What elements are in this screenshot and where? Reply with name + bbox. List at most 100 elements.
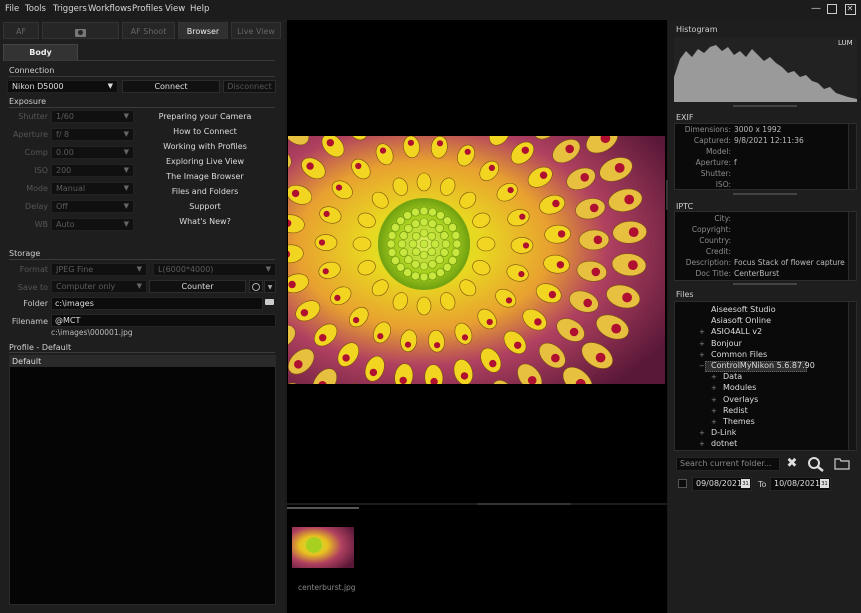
tree-item[interactable]: Overlays — [723, 395, 758, 404]
panel-splitter[interactable] — [733, 283, 797, 285]
tree-item[interactable]: Aiseesoft Studio — [711, 305, 776, 314]
link-files-and-folders[interactable]: Files and Folders — [150, 187, 260, 196]
search-folder-input[interactable]: Search current folder... — [676, 457, 780, 471]
link-whats-new[interactable]: What's New? — [150, 217, 260, 226]
tree-expander-icon[interactable]: + — [699, 429, 705, 437]
date-filter-checkbox[interactable] — [678, 479, 687, 488]
link-image-browser[interactable]: The Image Browser — [150, 172, 260, 181]
exif-scrollbar[interactable] — [848, 124, 856, 189]
counter-menu-button[interactable]: ▼ — [264, 280, 276, 293]
tab-body[interactable]: Body — [3, 44, 78, 60]
folder-field[interactable]: c:\images — [51, 297, 263, 310]
wb-select[interactable]: Auto ▼ — [51, 218, 134, 231]
tree-item[interactable]: Bonjour — [711, 339, 742, 348]
gear-icon — [252, 283, 260, 291]
tree-expander-icon[interactable]: + — [699, 340, 705, 348]
link-exploring-live-view[interactable]: Exploring Live View — [150, 157, 260, 166]
divider — [9, 352, 275, 353]
camera-select[interactable]: Nikon D5000 ▼ — [7, 80, 118, 93]
wb-value: Auto — [56, 220, 75, 229]
maximize-icon[interactable] — [826, 3, 838, 15]
settings-gear-button[interactable] — [249, 280, 263, 293]
tree-expander-icon[interactable]: + — [699, 328, 705, 336]
format-select[interactable]: JPEG Fine ▼ — [51, 263, 147, 276]
tab-live-view[interactable]: Live View — [231, 22, 281, 39]
open-folder-icon[interactable] — [834, 457, 850, 470]
minimize-icon[interactable]: — — [810, 3, 822, 15]
link-how-to-connect[interactable]: How to Connect — [150, 127, 260, 136]
comp-select[interactable]: 0.00 ▼ — [51, 146, 134, 159]
mode-select[interactable]: Manual ▼ — [51, 182, 134, 195]
tab-camera[interactable] — [42, 22, 119, 39]
chevron-down-icon: ▼ — [123, 148, 129, 156]
chevron-down-icon: ▼ — [265, 265, 271, 273]
tab-af[interactable]: AF — [3, 22, 39, 39]
menu-file[interactable]: File — [5, 4, 19, 14]
folder-icon[interactable] — [265, 299, 274, 305]
tree-item[interactable]: ASIO4ALL v2 — [711, 327, 762, 336]
tree-item[interactable]: Redist — [723, 406, 748, 415]
filename-label: Filename — [11, 317, 48, 326]
tree-item[interactable]: Data — [723, 372, 742, 381]
thumbnail-image[interactable] — [292, 527, 354, 568]
iso-select[interactable]: 200 ▼ — [51, 164, 134, 177]
divider — [9, 76, 275, 77]
iptc-scrollbar[interactable] — [848, 212, 856, 280]
tree-expander-icon[interactable]: + — [711, 407, 717, 415]
tree-expander-icon[interactable]: + — [699, 351, 705, 359]
iso-label: ISO — [34, 166, 48, 175]
wb-label: WB — [34, 220, 48, 229]
tree-expander-icon[interactable]: − — [699, 362, 705, 370]
tree-item[interactable]: Modules — [723, 383, 756, 392]
menu-bar: File Tools Triggers Workflows Profiles V… — [0, 0, 861, 21]
menu-workflows[interactable]: Workflows — [88, 4, 131, 14]
tree-item[interactable]: dotnet — [711, 439, 737, 448]
close-icon[interactable]: ✕ — [844, 3, 856, 15]
files-scrollbar[interactable] — [848, 302, 856, 450]
menu-profiles[interactable]: Profiles — [132, 4, 163, 14]
exif-captured: Captured: 9/8/2021 12:11:36 — [693, 136, 804, 145]
histogram-mode[interactable]: LUM — [838, 39, 853, 47]
tree-expander-icon[interactable]: + — [711, 396, 717, 404]
clear-search-icon[interactable]: ✖ — [783, 456, 801, 472]
tab-af-shoot[interactable]: AF Shoot — [122, 22, 175, 39]
delay-label: Delay — [25, 202, 48, 211]
tree-item[interactable]: Asiasoft Online — [711, 316, 771, 325]
link-working-with-profiles[interactable]: Working with Profiles — [150, 142, 260, 151]
delay-select[interactable]: Off ▼ — [51, 200, 134, 213]
panel-splitter[interactable] — [733, 105, 797, 107]
tree-expander-icon[interactable]: + — [711, 373, 717, 381]
menu-tools[interactable]: Tools — [25, 4, 46, 14]
menu-triggers[interactable]: Triggers — [53, 4, 87, 14]
strip-splitter[interactable] — [477, 503, 571, 505]
tree-expander-icon[interactable]: + — [711, 418, 717, 426]
tab-browser[interactable]: Browser — [178, 22, 228, 39]
tree-item[interactable]: ControlMyNikon 5.6.87.90 — [711, 361, 815, 370]
tree-expander-icon[interactable]: + — [711, 384, 717, 392]
menu-view[interactable]: View — [165, 4, 185, 14]
connect-button[interactable]: Connect — [122, 80, 220, 93]
profile-title: Profile - Default — [9, 343, 72, 352]
aperture-select[interactable]: f/ 8 ▼ — [51, 128, 134, 141]
shutter-select[interactable]: 1/60 ▼ — [51, 110, 134, 123]
tree-expander-icon[interactable]: + — [699, 440, 705, 448]
disconnect-button[interactable]: Disconnect — [223, 80, 276, 93]
link-preparing-camera[interactable]: Preparing your Camera — [150, 112, 260, 121]
chevron-down-icon: ▼ — [107, 82, 113, 90]
tree-item[interactable]: D-Link — [711, 428, 736, 437]
link-support[interactable]: Support — [150, 202, 260, 211]
comp-value: 0.00 — [56, 148, 74, 157]
search-icon[interactable] — [807, 456, 825, 472]
exif-dimensions: Dimensions: 3000 x 1992 — [684, 125, 782, 134]
tree-item[interactable]: Common Files — [711, 350, 767, 359]
panel-splitter[interactable] — [733, 193, 797, 195]
menu-help[interactable]: Help — [190, 4, 209, 14]
save-to-select[interactable]: Computer only ▼ — [51, 280, 147, 293]
counter-button[interactable]: Counter — [149, 280, 246, 293]
profile-list[interactable]: Default — [9, 355, 276, 605]
filename-field[interactable]: @MCT — [51, 314, 276, 327]
calendar-icon[interactable]: 31 — [741, 479, 750, 488]
calendar-icon[interactable]: 31 — [820, 479, 829, 488]
image-size-select[interactable]: L(6000*4000) ▼ — [153, 263, 276, 276]
tree-item[interactable]: Themes — [723, 417, 755, 426]
